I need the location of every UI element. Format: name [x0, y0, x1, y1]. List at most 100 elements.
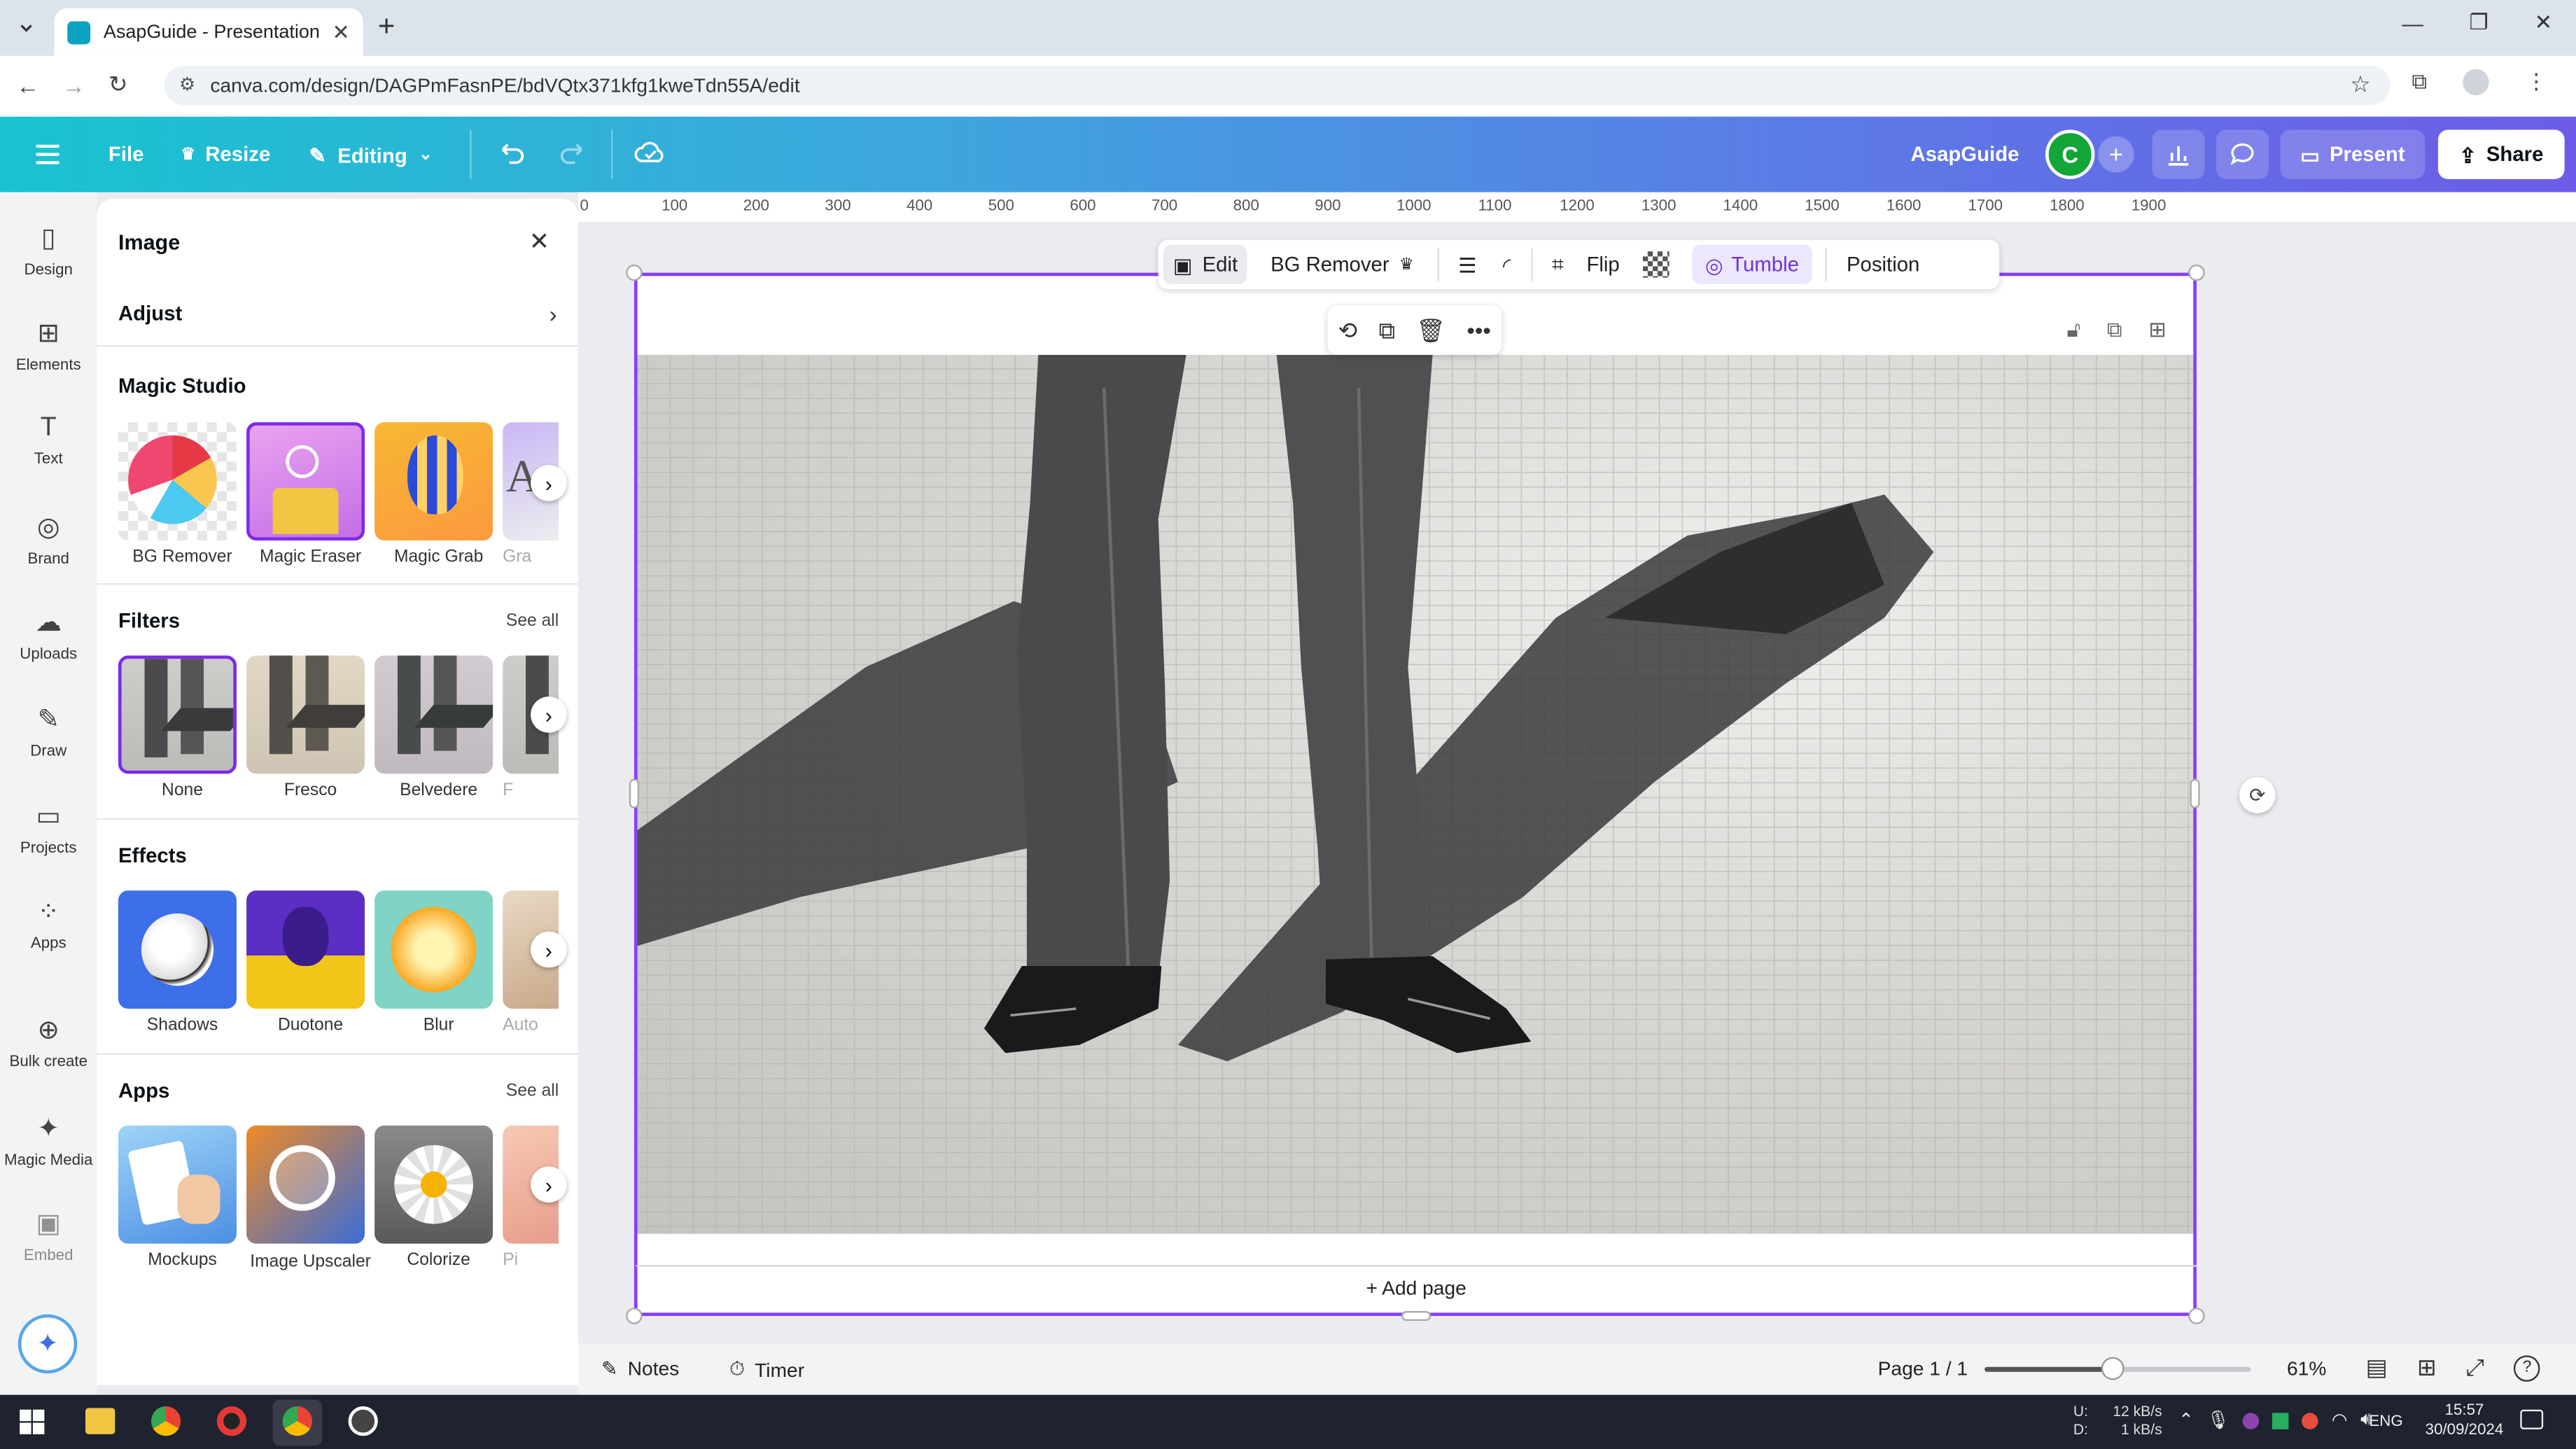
position-button[interactable]: Position	[1847, 253, 1919, 276]
help-icon[interactable]: ?	[2514, 1354, 2540, 1381]
carousel-next-icon[interactable]: ›	[531, 1166, 567, 1203]
add-collaborator-icon[interactable]: +	[2098, 136, 2134, 173]
panel-close-icon[interactable]: ✕	[529, 227, 550, 256]
sidebar-item-embed[interactable]: ▣ Embed	[0, 1208, 97, 1265]
resize-handle-top-right[interactable]	[2188, 264, 2205, 281]
chrome-active-icon[interactable]	[282, 1406, 312, 1436]
redo-icon[interactable]	[559, 138, 588, 167]
present-button[interactable]: ▭ Present	[2280, 130, 2426, 179]
sidebar-item-brand[interactable]: ◎ Brand	[0, 511, 97, 568]
zoom-level[interactable]: 61%	[2287, 1357, 2326, 1380]
colorize-tile[interactable]: Colorize	[374, 1125, 503, 1270]
file-explorer-icon[interactable]	[85, 1408, 115, 1434]
page-indicator[interactable]: Page 1 / 1	[1878, 1357, 1968, 1380]
profile-icon[interactable]	[2463, 69, 2490, 96]
sidebar-item-draw[interactable]: ✎ Draw	[0, 704, 97, 760]
more-options-icon[interactable]: •••	[1466, 317, 1491, 344]
tray-app-red-icon[interactable]	[2302, 1412, 2319, 1429]
tray-app-icon[interactable]	[2243, 1412, 2260, 1429]
rotate-icon[interactable]: ⟳	[2239, 777, 2276, 813]
timer-button[interactable]: ⏱ Timer	[729, 1357, 804, 1382]
undo-icon[interactable]	[496, 138, 526, 167]
recorder-icon[interactable]	[216, 1406, 247, 1436]
design-title[interactable]: AsapGuide	[1911, 143, 2019, 166]
restore-icon[interactable]: ❐	[2470, 10, 2488, 36]
filter-tile-fresco[interactable]: Fresco	[246, 655, 374, 800]
carousel-next-icon[interactable]: ›	[531, 931, 567, 968]
regenerate-icon[interactable]: ⟲	[1338, 316, 1358, 344]
image-upscaler-tile[interactable]: Image Upscaler	[246, 1125, 374, 1273]
tab-close-icon[interactable]: ✕	[332, 19, 350, 46]
sidebar-item-elements[interactable]: ⊞ Elements	[0, 317, 97, 374]
zoom-slider-knob[interactable]	[2101, 1357, 2124, 1380]
grid-view-icon[interactable]: ⊞	[2417, 1354, 2437, 1382]
resize-handle-left[interactable]	[629, 778, 639, 808]
clock-app-icon[interactable]	[348, 1406, 378, 1436]
avatar[interactable]: C	[2045, 130, 2095, 179]
carousel-next-icon[interactable]: ›	[531, 696, 567, 733]
insights-icon[interactable]	[2152, 130, 2205, 179]
tab-search-icon[interactable]	[13, 15, 40, 41]
back-icon[interactable]: ←	[16, 71, 39, 98]
resize-handle-bottom-right[interactable]	[2188, 1308, 2205, 1324]
add-page-icon[interactable]: ⊞	[2148, 317, 2166, 344]
duotone-tile[interactable]: Duotone	[246, 890, 374, 1035]
tray-chevron-up-icon[interactable]: ⌃	[2178, 1410, 2194, 1431]
border-style-icon[interactable]: ☰	[1458, 252, 1476, 277]
chrome-icon[interactable]	[150, 1406, 181, 1436]
magic-eraser-tile[interactable]: Magic Eraser	[246, 422, 374, 567]
carousel-next-icon[interactable]: ›	[531, 465, 567, 501]
magic-assistant-icon[interactable]: ✦	[18, 1314, 78, 1374]
resize-handle-bottom[interactable]	[1401, 1310, 1432, 1321]
bg-remover-tile[interactable]: BG Remover	[118, 422, 246, 567]
blur-tile[interactable]: Blur	[374, 890, 503, 1035]
url-field[interactable]: ⚙ canva.com/design/DAGPmFasnPE/bdVQtx371…	[164, 65, 2390, 106]
resize-handle-top-left[interactable]	[626, 264, 643, 281]
menu-hamburger-icon[interactable]	[33, 141, 62, 168]
minimize-icon[interactable]: —	[2402, 10, 2423, 35]
sidebar-item-projects[interactable]: ▭ Projects	[0, 800, 97, 858]
apps-see-all-link[interactable]: See all	[506, 1081, 559, 1100]
crop-icon[interactable]: ⌗	[1552, 252, 1564, 276]
adjust-row[interactable]: Adjust ›	[97, 281, 579, 347]
tumble-animation-button[interactable]: ◎ Tumble	[1692, 244, 1812, 285]
share-button[interactable]: ⇪ Share	[2437, 130, 2565, 179]
trash-icon[interactable]: 🗑︎	[1416, 316, 1446, 344]
add-page-button[interactable]: + Add page	[636, 1277, 2197, 1300]
browser-tab[interactable]: AsapGuide - Presentation ✕	[54, 8, 363, 56]
file-menu-button[interactable]: File	[108, 143, 144, 166]
clock[interactable]: 15:57 30/09/2024	[2415, 1401, 2514, 1441]
mockups-tile[interactable]: Mockups	[118, 1125, 246, 1270]
cloud-save-icon[interactable]	[634, 138, 667, 167]
notes-button[interactable]: ✎ Notes	[601, 1357, 679, 1380]
extensions-icon[interactable]: ⧉	[2412, 69, 2427, 96]
duplicate-page-icon[interactable]: ⧉	[2107, 317, 2122, 344]
fullscreen-icon[interactable]: ⤢	[2466, 1354, 2484, 1382]
tray-app-green-icon[interactable]	[2272, 1412, 2289, 1429]
notifications-icon[interactable]	[2520, 1409, 2544, 1429]
filters-see-all-link[interactable]: See all	[506, 611, 559, 631]
corner-rounding-icon[interactable]: ◜	[1503, 252, 1511, 277]
filter-tile-none[interactable]: None	[118, 655, 246, 800]
resize-handle-right[interactable]	[2190, 778, 2200, 808]
page-view-icon[interactable]: ▤	[2366, 1354, 2388, 1382]
bg-remover-button[interactable]: BG Remover ♛	[1270, 253, 1414, 276]
shadows-tile[interactable]: Shadows	[118, 890, 246, 1035]
lock-icon[interactable]: 🔓︎	[2067, 317, 2081, 344]
bookmark-star-icon[interactable]: ☆	[2350, 71, 2370, 99]
sidebar-item-bulk-create[interactable]: ⊕ Bulk create	[0, 1014, 97, 1071]
filter-tile-belvedere[interactable]: Belvedere	[374, 655, 503, 800]
sidebar-item-magic-media[interactable]: ✦ Magic Media	[0, 1112, 97, 1170]
sidebar-item-uploads[interactable]: ☁ Uploads	[0, 606, 97, 664]
sidebar-item-design[interactable]: ▯ Design	[0, 222, 97, 279]
transparency-icon[interactable]	[1642, 251, 1670, 278]
magic-grab-tile[interactable]: Magic Grab	[374, 422, 503, 567]
edit-image-button[interactable]: ▣ Edit	[1163, 244, 1248, 285]
forward-icon[interactable]: →	[62, 71, 85, 98]
editing-mode-dropdown[interactable]: ✎ Editing ⌄	[309, 143, 433, 167]
microphone-icon[interactable]: 🎙︎	[2207, 1410, 2230, 1431]
windows-start-icon[interactable]	[20, 1409, 45, 1434]
sidebar-item-text[interactable]: T Text	[0, 414, 97, 468]
window-close-icon[interactable]: ✕	[2535, 10, 2553, 36]
site-info-icon[interactable]: ⚙	[179, 74, 195, 95]
